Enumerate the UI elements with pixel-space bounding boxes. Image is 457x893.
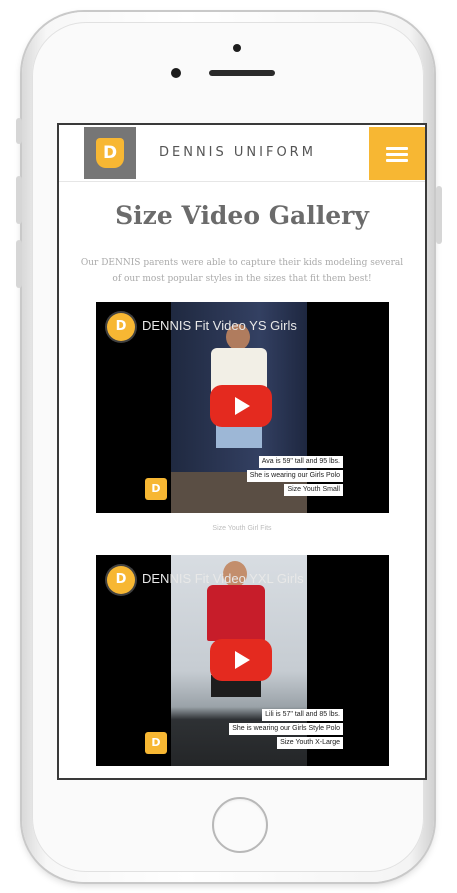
hamburger-icon bbox=[386, 147, 408, 150]
intro-text: Our DENNIS parents were able to capture … bbox=[80, 258, 404, 284]
play-icon bbox=[235, 651, 250, 669]
phone-screen: D DENNIS UNIFORM Size Video Gallery Our … bbox=[57, 123, 427, 780]
site-header: D DENNIS UNIFORM bbox=[59, 125, 425, 182]
video-caption: Size Youth X-Large bbox=[277, 737, 343, 749]
video-title[interactable]: DENNIS Fit Video YXL Girls bbox=[142, 571, 382, 586]
logo-shield-icon: D bbox=[96, 138, 124, 168]
home-button[interactable] bbox=[212, 797, 268, 853]
video-player-1[interactable]: D DENNIS Fit Video YS Girls D Ava is 59"… bbox=[96, 302, 389, 513]
page-title: Size Video Gallery bbox=[115, 201, 369, 230]
site-logo[interactable]: D bbox=[84, 127, 136, 179]
volume-down-button bbox=[16, 240, 22, 288]
menu-button[interactable] bbox=[369, 127, 425, 180]
watermark-icon: D bbox=[145, 732, 167, 754]
proximity-sensor bbox=[233, 44, 241, 52]
channel-logo-icon[interactable]: D bbox=[107, 566, 135, 594]
video-caption: Size Youth Small bbox=[284, 484, 343, 496]
power-button bbox=[436, 186, 442, 244]
model-shirt bbox=[207, 585, 265, 641]
play-icon bbox=[235, 397, 250, 415]
video-caption: She is wearing our Girls Style Polo bbox=[229, 723, 343, 735]
watermark-icon: D bbox=[145, 478, 167, 500]
video-title[interactable]: DENNIS Fit Video YS Girls bbox=[142, 318, 382, 333]
channel-logo-icon[interactable]: D bbox=[107, 313, 135, 341]
video-caption: Ava is 59" tall and 95 lbs. bbox=[258, 456, 343, 468]
video-caption: She is wearing our Girls Polo bbox=[246, 470, 343, 482]
video-player-2[interactable]: D DENNIS Fit Video YXL Girls D Lili is 5… bbox=[96, 555, 389, 766]
brand-name[interactable]: DENNIS UNIFORM bbox=[159, 145, 316, 160]
earpiece-speaker bbox=[209, 70, 275, 76]
video-label: Size Youth Girl Fits bbox=[212, 525, 272, 532]
mute-switch bbox=[16, 118, 22, 144]
volume-up-button bbox=[16, 176, 22, 224]
video-caption: Lili is 57" tall and 85 lbs. bbox=[262, 709, 343, 721]
front-camera bbox=[171, 68, 181, 78]
play-button[interactable] bbox=[210, 385, 272, 427]
play-button[interactable] bbox=[210, 639, 272, 681]
